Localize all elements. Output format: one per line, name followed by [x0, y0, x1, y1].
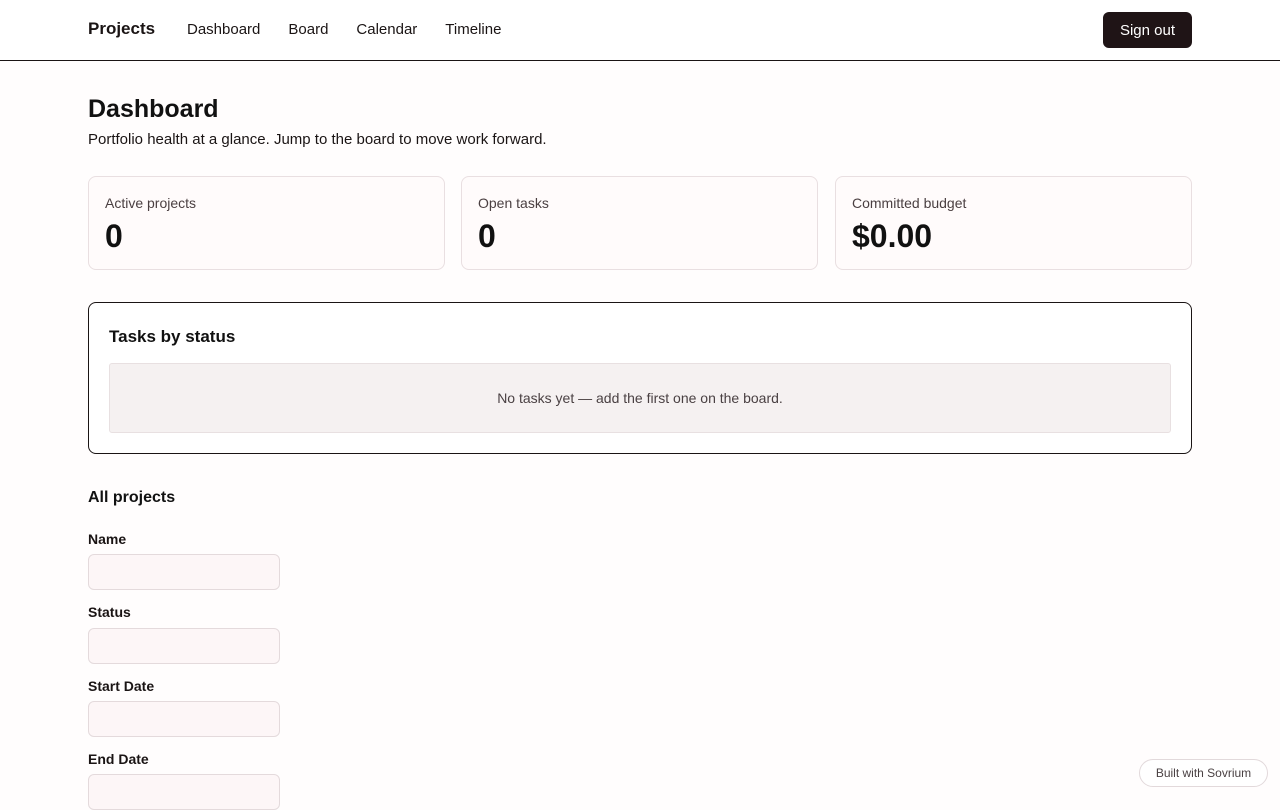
stat-value: 0	[105, 218, 123, 254]
end-date-input[interactable]	[88, 774, 280, 810]
start-date-input[interactable]	[88, 701, 280, 737]
built-with-badge[interactable]: Built with Sovrium	[1139, 759, 1268, 787]
app-brand[interactable]: Projects	[88, 19, 155, 39]
status-label: Status	[88, 604, 131, 620]
name-input[interactable]	[88, 554, 280, 590]
start-date-label: Start Date	[88, 678, 155, 694]
end-date-label: End Date	[88, 751, 149, 767]
top-nav-bar: Projects Dashboard Board Calendar Timeli…	[0, 0, 1280, 61]
name-label: Name	[88, 531, 127, 547]
main-nav: Dashboard Board Calendar Timeline	[187, 21, 501, 38]
nav-link-dashboard[interactable]: Dashboard	[187, 21, 260, 38]
status-input[interactable]	[88, 628, 280, 664]
stat-label: Active projects	[105, 195, 197, 211]
sign-out-button[interactable]: Sign out	[1103, 12, 1192, 48]
nav-link-timeline[interactable]: Timeline	[445, 21, 501, 38]
empty-state: No tasks yet — add the first one on the …	[109, 363, 1171, 433]
page-title: Dashboard	[88, 95, 219, 123]
tasks-by-status-panel: Tasks by status No tasks yet — add the f…	[88, 302, 1192, 454]
stat-card-active-projects: Active projects 0	[88, 176, 445, 270]
page-subtitle: Portfolio health at a glance. Jump to th…	[88, 131, 547, 148]
nav-link-board[interactable]: Board	[288, 21, 328, 38]
stat-value: 0	[478, 218, 496, 254]
stat-card-open-tasks: Open tasks 0	[461, 176, 818, 270]
stat-label: Open tasks	[478, 195, 549, 211]
stat-value: $0.00	[852, 218, 933, 254]
stat-label: Committed budget	[852, 195, 967, 211]
empty-state-message: No tasks yet — add the first one on the …	[497, 390, 783, 406]
stat-card-committed-budget: Committed budget $0.00	[835, 176, 1192, 270]
panel-title: Tasks by status	[109, 327, 236, 346]
all-projects-title: All projects	[88, 489, 176, 506]
nav-link-calendar[interactable]: Calendar	[356, 21, 417, 38]
